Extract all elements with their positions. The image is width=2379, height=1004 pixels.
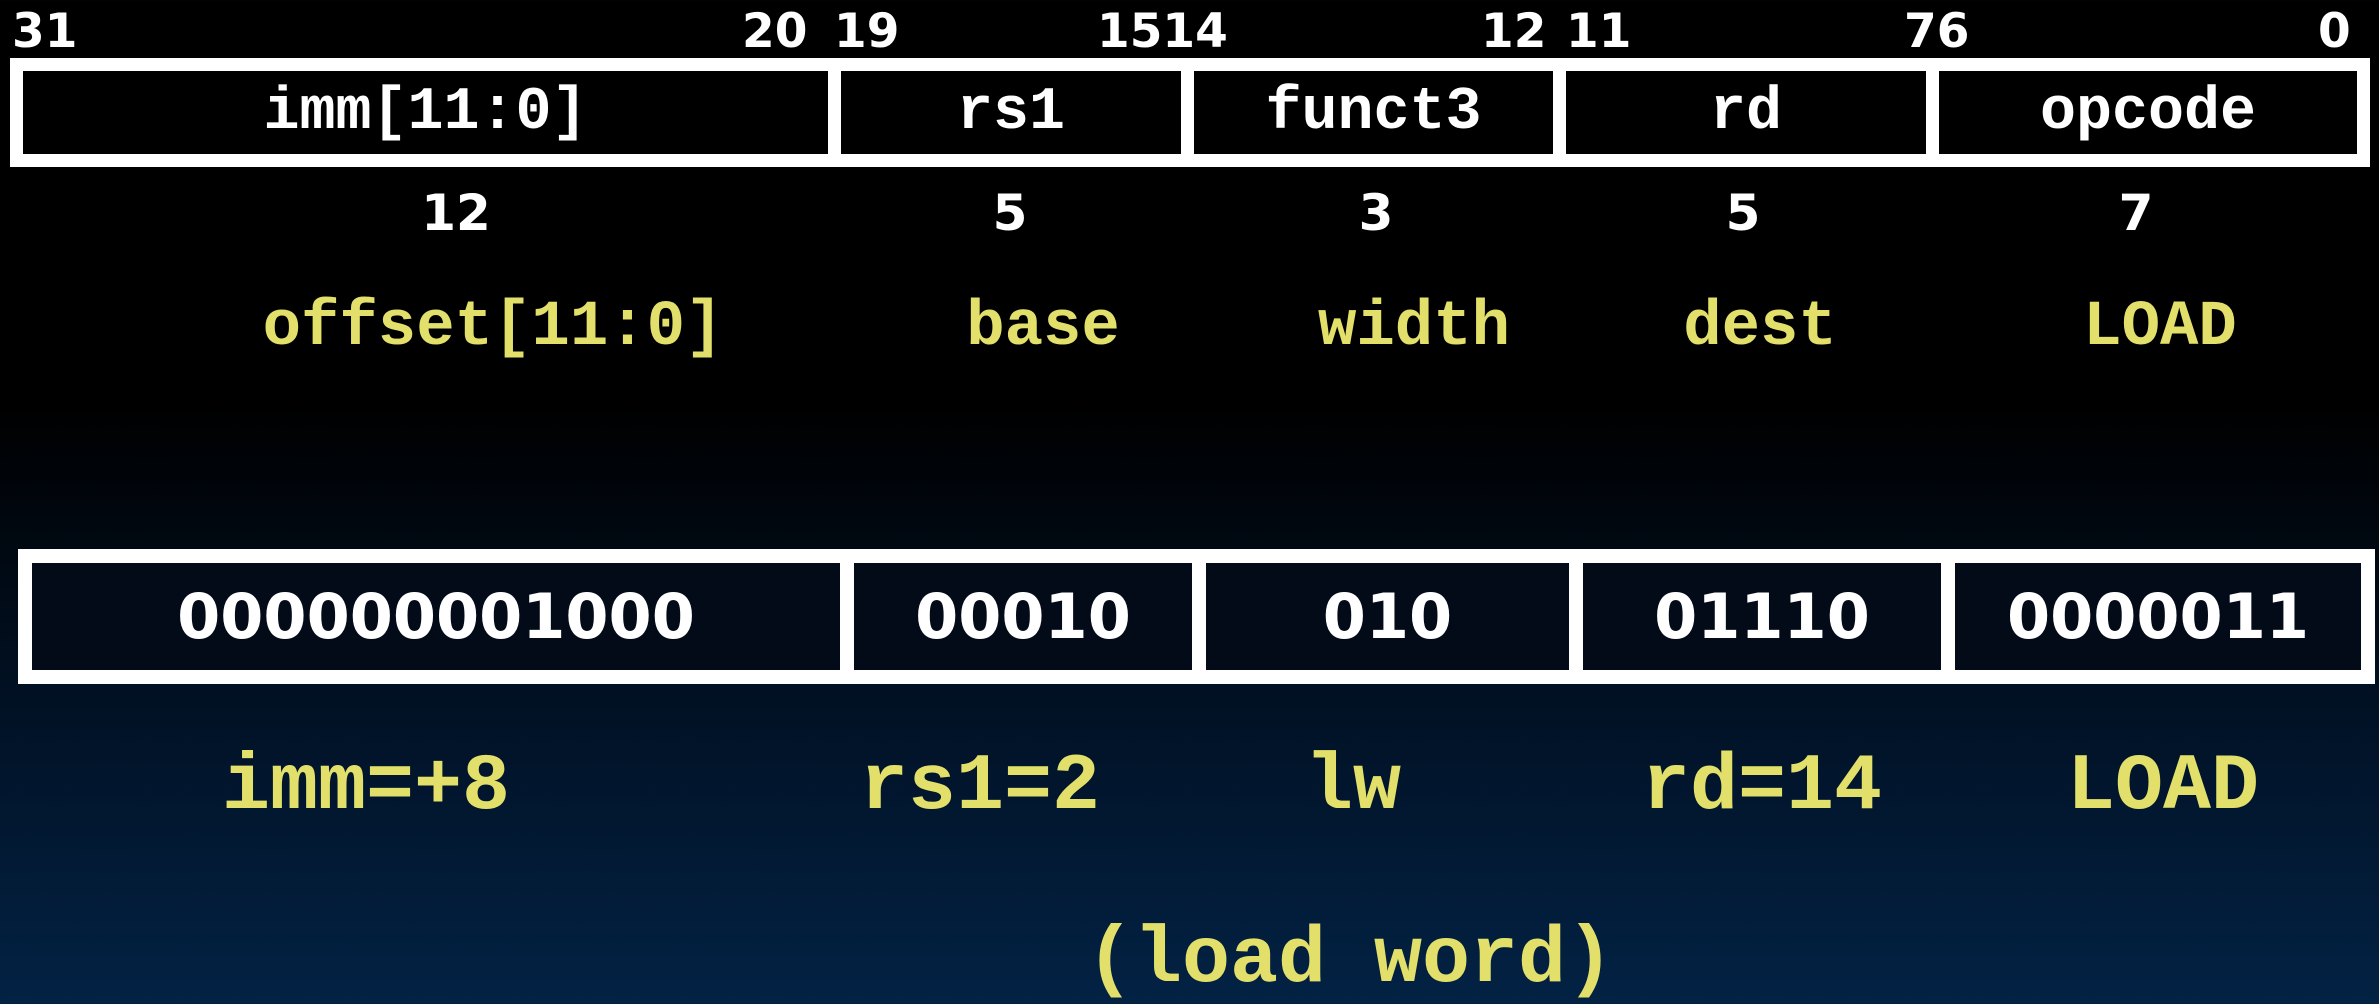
width-rd: 5	[1725, 184, 1761, 242]
decoded-rs1: rs1=2	[859, 742, 1101, 833]
bit-label-11: 11	[1566, 4, 1632, 59]
width-opcode: 7	[2118, 184, 2154, 242]
decoded-imm: imm=+8	[221, 742, 511, 833]
meaning-load: LOAD	[2083, 292, 2237, 364]
bit-label-19: 19	[834, 4, 900, 59]
width-imm: 12	[421, 184, 491, 242]
meaning-width: width	[1317, 292, 1511, 364]
bits-opcode: 0000011	[2007, 580, 2309, 653]
bits-funct3: 010	[1206, 563, 1583, 670]
decoded-lw: lw	[1304, 742, 1402, 833]
meaning-base: base	[966, 292, 1120, 364]
binary-encoding-row: 000000001000 00010 010 01110 0000011	[18, 549, 2375, 684]
bit-label-12: 12	[1481, 4, 1547, 59]
decoded-opcode: LOAD	[2066, 742, 2260, 833]
meaning-offset: offset[11:0]	[262, 292, 724, 364]
field-funct3: funct3	[1194, 71, 1566, 154]
instruction-format-row: imm[11:0] rs1 funct3 rd opcode	[10, 58, 2370, 167]
bits-rs1: 00010	[854, 563, 1206, 670]
bit-label-0: 0	[2318, 4, 2351, 59]
meaning-dest: dest	[1683, 292, 1837, 364]
bit-label-7-6: 76	[1904, 4, 1970, 59]
instruction-note: (load word)	[1085, 915, 1615, 1004]
decoded-rd: rd=14	[1641, 742, 1883, 833]
field-rs1: rs1	[841, 71, 1194, 154]
bit-label-20: 20	[742, 4, 808, 59]
bit-label-15-14: 1514	[1097, 4, 1228, 59]
bits-imm: 000000001000	[32, 563, 854, 670]
field-rd: rd	[1566, 71, 1939, 154]
field-imm: imm[11:0]	[23, 71, 841, 154]
bit-label-31: 31	[12, 4, 78, 59]
width-funct3: 3	[1358, 184, 1394, 242]
width-rs1: 5	[992, 184, 1028, 242]
bits-rd: 01110	[1583, 563, 1955, 670]
field-opcode: opcode	[2039, 78, 2257, 147]
